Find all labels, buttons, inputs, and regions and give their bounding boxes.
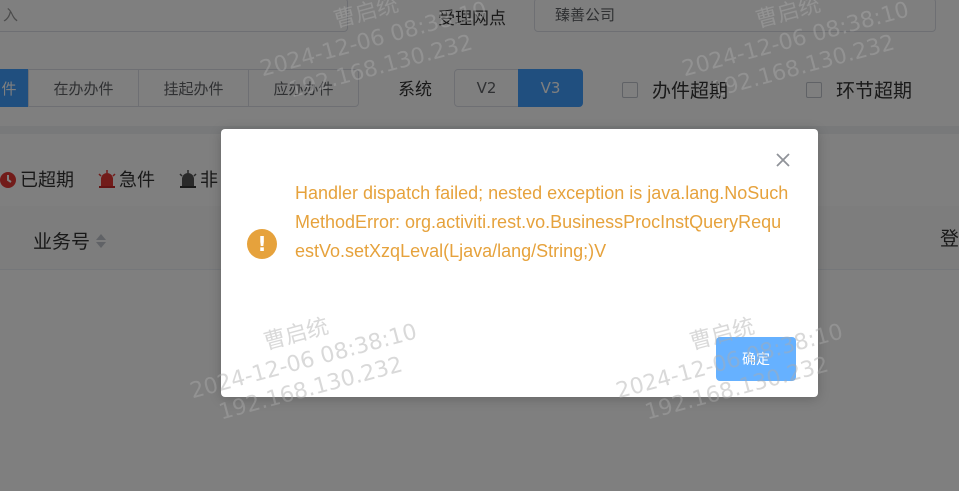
warning-icon: ! xyxy=(247,229,277,259)
error-message: Handler dispatch failed; nested exceptio… xyxy=(295,183,789,261)
confirm-button[interactable]: 确定 xyxy=(716,337,796,381)
error-message-box: ! Handler dispatch failed; nested except… xyxy=(221,129,818,397)
close-icon[interactable] xyxy=(774,151,792,169)
